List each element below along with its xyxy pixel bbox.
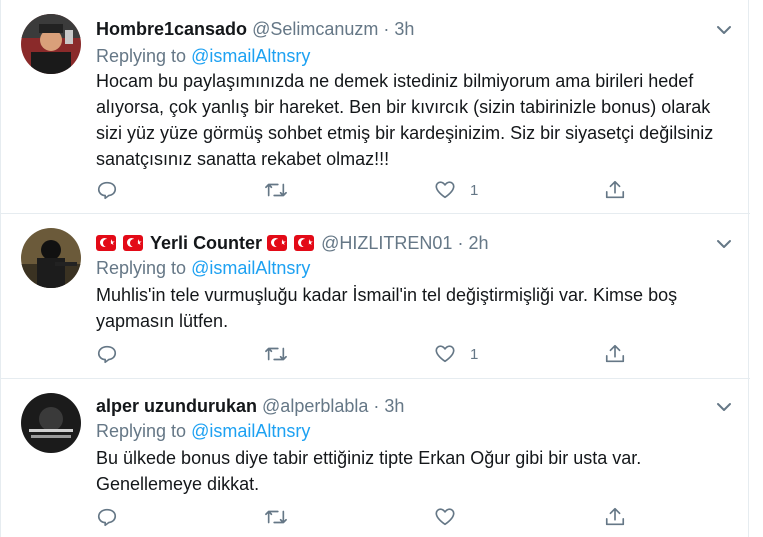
like-count: 1 xyxy=(470,345,479,363)
tweet[interactable]: ★ ★ Yerli Counter ★ ★ @HIZLITREN01 · 2h … xyxy=(1,214,750,379)
chevron-down-icon[interactable] xyxy=(714,397,734,417)
turkey-flag-icon: ★ xyxy=(294,235,315,251)
replying-to: Replying to @ismailAltnsry xyxy=(96,256,310,280)
retweet-button[interactable] xyxy=(264,505,288,529)
action-bar xyxy=(96,505,656,529)
tweet-header: ★ ★ Yerli Counter ★ ★ @HIZLITREN01 · 2h xyxy=(96,230,488,256)
replying-to: Replying to @ismailAltnsry xyxy=(96,44,310,68)
mention-link[interactable]: @ismailAltnsry xyxy=(191,258,310,278)
user-handle[interactable]: @HIZLITREN01 xyxy=(321,233,452,253)
timestamp[interactable]: 3h xyxy=(384,396,404,416)
share-icon xyxy=(605,344,625,363)
turkey-flag-icon: ★ xyxy=(123,235,144,251)
user-handle[interactable]: @Selimcanuzm xyxy=(252,19,378,39)
heart-icon xyxy=(435,181,455,199)
reply-icon xyxy=(97,181,117,200)
reply-feed: Hombre1cansado @Selimcanuzm · 3h Replyin… xyxy=(0,0,750,537)
like-button[interactable]: 1 xyxy=(434,178,478,202)
like-button[interactable] xyxy=(434,505,470,529)
tweet-text: Bu ülkede bonus diye tabir ettiğiniz tip… xyxy=(96,448,642,494)
tweet-header: alper uzundurukan @alperblabla · 3h xyxy=(96,393,404,419)
share-button[interactable] xyxy=(604,342,626,366)
user-handle[interactable]: @alperblabla xyxy=(262,396,368,416)
replying-prefix: Replying to xyxy=(96,421,187,441)
retweet-icon xyxy=(265,510,287,524)
reply-button[interactable] xyxy=(96,342,118,366)
display-name[interactable]: Yerli Counter xyxy=(150,233,262,253)
chevron-down-icon[interactable] xyxy=(714,234,734,254)
like-count: 1 xyxy=(470,181,479,199)
reply-button[interactable] xyxy=(96,505,118,529)
heart-icon xyxy=(435,345,455,363)
display-name[interactable]: alper uzundurukan xyxy=(96,396,257,416)
share-button[interactable] xyxy=(604,178,626,202)
retweet-button[interactable] xyxy=(264,342,288,366)
share-icon xyxy=(605,180,625,199)
tweet[interactable]: alper uzundurukan @alperblabla · 3h Repl… xyxy=(1,379,750,537)
retweet-icon xyxy=(265,347,287,361)
replying-prefix: Replying to xyxy=(96,258,187,278)
separator: · xyxy=(457,233,464,253)
timestamp[interactable]: 2h xyxy=(468,233,488,253)
retweet-icon xyxy=(265,183,287,197)
mention-link[interactable]: @ismailAltnsry xyxy=(191,46,310,66)
separator: · xyxy=(373,396,380,416)
tweet-header: Hombre1cansado @Selimcanuzm · 3h xyxy=(96,16,414,42)
tweet-text: Hocam bu paylaşımınızda ne demek istedin… xyxy=(96,71,714,169)
mention-link[interactable]: @ismailAltnsry xyxy=(191,421,310,441)
turkey-flag-icon: ★ xyxy=(96,235,116,251)
reply-icon xyxy=(97,345,117,364)
replying-to: Replying to @ismailAltnsry xyxy=(96,419,310,443)
replying-prefix: Replying to xyxy=(96,46,187,66)
reply-button[interactable] xyxy=(96,178,118,202)
heart-icon xyxy=(435,508,455,526)
avatar[interactable] xyxy=(21,393,81,453)
like-button[interactable]: 1 xyxy=(434,342,478,366)
tweet-text: Muhlis'in tele vurmuşluğu kadar İsmail'i… xyxy=(96,285,678,331)
share-icon xyxy=(605,507,625,526)
avatar[interactable] xyxy=(21,228,81,288)
timestamp[interactable]: 3h xyxy=(394,19,414,39)
action-bar: 1 xyxy=(96,342,656,366)
turkey-flag-icon: ★ xyxy=(267,235,288,251)
chevron-down-icon[interactable] xyxy=(714,20,734,40)
action-bar: 1 xyxy=(96,178,656,202)
avatar[interactable] xyxy=(21,14,81,74)
display-name[interactable]: Hombre1cansado xyxy=(96,19,247,39)
retweet-button[interactable] xyxy=(264,178,288,202)
reply-icon xyxy=(97,508,117,527)
tweet[interactable]: Hombre1cansado @Selimcanuzm · 3h Replyin… xyxy=(1,0,750,214)
share-button[interactable] xyxy=(604,505,626,529)
separator: · xyxy=(383,19,390,39)
